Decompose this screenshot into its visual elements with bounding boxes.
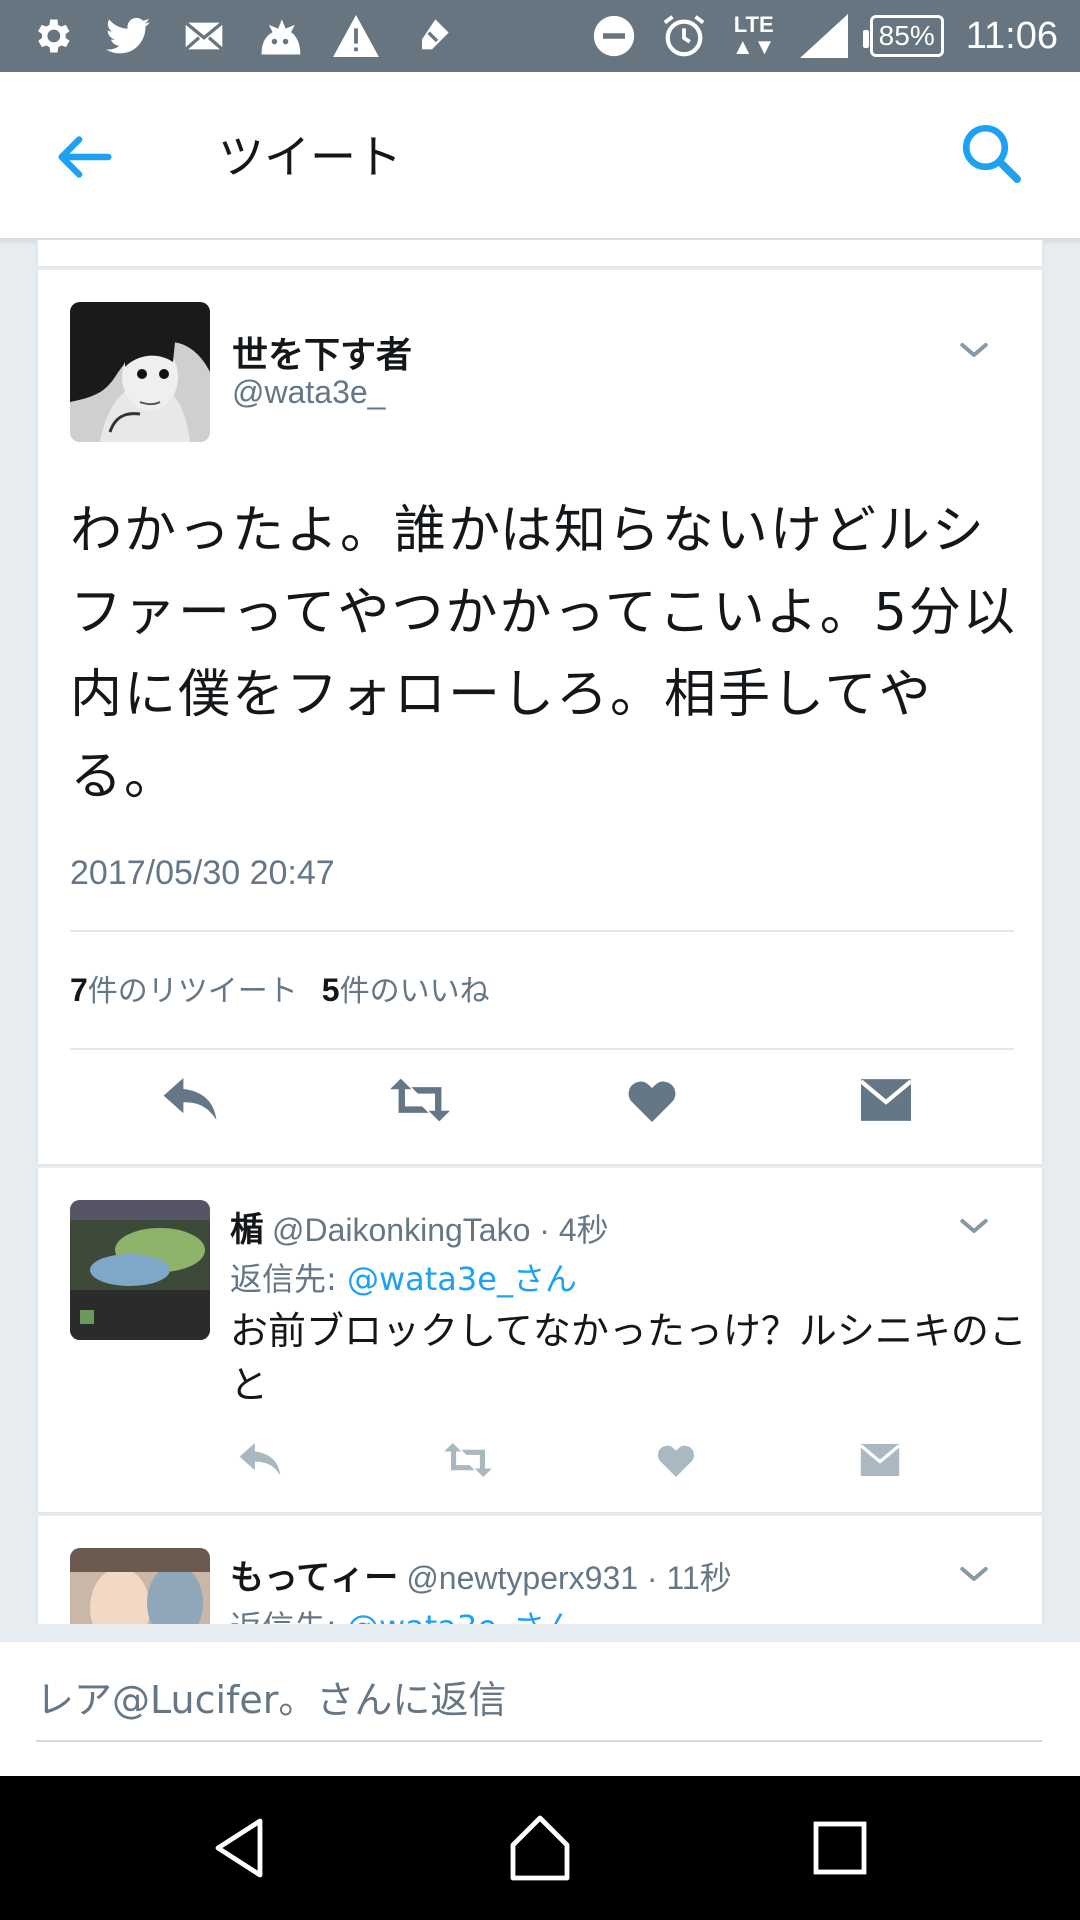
download-notification-icon	[408, 12, 456, 60]
reply-time: · 4秒	[539, 1212, 609, 1248]
settings-icon	[28, 12, 76, 60]
reply-actions	[38, 1430, 1044, 1490]
tweet-thread[interactable]: 世を下す者 @wata3e_ わかったよ。誰かは知らないけどルシファーってやつか…	[36, 240, 1044, 1624]
previous-tweet-stub	[36, 240, 1044, 268]
lte-icon: LTE ▲▼	[731, 12, 776, 59]
tweet-text: わかったよ。誰かは知らないけどルシファーってやつかかってこいよ。5分以内に僕をフ…	[70, 501, 1017, 807]
tweet-actions	[38, 1070, 1044, 1160]
retweet-stat[interactable]: 7件のリツイート	[70, 966, 298, 1010]
back-nav-icon[interactable]	[206, 1812, 278, 1884]
like-stat[interactable]: 5件のいいね	[322, 966, 490, 1010]
battery-icon: 85%	[862, 15, 944, 57]
twitter-icon	[104, 12, 152, 60]
search-icon[interactable]	[958, 120, 1028, 190]
reply-time: · 11秒	[646, 1560, 732, 1596]
reply-text: お前ブロックしてなかったっけ？ルシニキのこと	[230, 1309, 1027, 1407]
user-handle[interactable]: @newtyperx931	[406, 1560, 638, 1596]
reply-context: 返信先: @wata3e_さん	[230, 1260, 577, 1298]
tweet-timestamp: 2017/05/30 20:47	[70, 854, 335, 892]
chevron-down-icon[interactable]	[954, 1206, 994, 1246]
do-not-disturb-icon	[590, 12, 638, 60]
like-icon[interactable]	[622, 1070, 682, 1130]
signal-icon	[799, 12, 848, 60]
warning-icon	[332, 12, 380, 60]
reply-context: 返信先: @wata3e_さん	[230, 1602, 577, 1624]
chevron-down-icon[interactable]	[954, 330, 994, 370]
avatar[interactable]	[70, 302, 210, 442]
reply-header: 楯 @DaikonkingTako · 4秒	[230, 1202, 609, 1251]
direct-message-icon[interactable]	[850, 1430, 910, 1490]
display-name[interactable]: 世を下す者	[232, 326, 412, 378]
reply-icon[interactable]	[160, 1070, 220, 1130]
avatar[interactable]	[70, 1548, 210, 1624]
reply-to-link[interactable]: @wata3e_さん	[347, 1260, 577, 1298]
home-nav-icon[interactable]	[504, 1812, 576, 1884]
app-bar: ツイート	[0, 72, 1080, 240]
avatar[interactable]	[70, 1200, 210, 1340]
tweet-stats: 7件のリツイート 5件のいいね	[70, 966, 490, 1010]
divider	[70, 930, 1014, 932]
retweet-icon[interactable]	[438, 1430, 498, 1490]
clock: 11:06	[965, 14, 1058, 57]
arrow-left-icon[interactable]	[50, 122, 120, 192]
reply-tweet[interactable]: もってィー@newtyperx931 · 11秒 返信先: @wata3e_さん	[36, 1516, 1044, 1624]
reply-header: もってィー @newtyperx931 · 11秒	[230, 1550, 732, 1599]
reply-tweet[interactable]: 楯 @DaikonkingTako · 4秒 返信先: @wata3e_さん お前…	[36, 1168, 1044, 1514]
direct-message-icon[interactable]	[856, 1070, 916, 1130]
mail-notification-icon	[180, 12, 228, 60]
page-title: ツイート	[218, 130, 402, 184]
divider	[70, 1048, 1014, 1050]
chevron-down-icon[interactable]	[954, 1554, 994, 1594]
reply-icon[interactable]	[230, 1430, 290, 1490]
alarm-icon	[660, 12, 708, 60]
reply-to-link[interactable]: @wata3e_さん	[347, 1608, 577, 1624]
status-bar: LTE ▲▼ 85% 11:06	[0, 0, 1080, 72]
display-name[interactable]: 楯	[230, 1210, 264, 1250]
reply-input[interactable]: レア@Lucifer。さんに返信	[36, 1670, 1042, 1742]
reply-bar: レア@Lucifer。さんに返信	[0, 1642, 1080, 1776]
user-handle[interactable]: @wata3e_	[232, 374, 385, 411]
retweet-icon[interactable]	[390, 1070, 450, 1130]
like-icon[interactable]	[646, 1430, 706, 1490]
display-name[interactable]: もってィー	[230, 1558, 398, 1598]
main-tweet: 世を下す者 @wata3e_ わかったよ。誰かは知らないけどルシファーってやつか…	[36, 270, 1044, 1166]
app-notification-icon	[256, 12, 304, 60]
system-nav-bar	[0, 1776, 1080, 1920]
recents-nav-icon[interactable]	[804, 1812, 876, 1884]
user-handle[interactable]: @DaikonkingTako	[272, 1212, 530, 1248]
